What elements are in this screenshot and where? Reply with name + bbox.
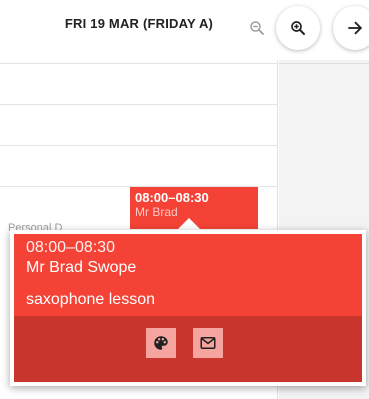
hour-line — [279, 63, 369, 64]
email-icon — [200, 337, 216, 349]
popover-description: saxophone lesson — [26, 291, 155, 308]
palette-button[interactable] — [146, 328, 176, 358]
palette-icon — [154, 336, 168, 350]
popover-details: 08:00–08:30 Mr Brad Swope saxophone less… — [14, 234, 362, 316]
arrow-right-icon — [348, 21, 363, 35]
event-popover: 08:00–08:30 Mr Brad Swope saxophone less… — [10, 230, 366, 386]
date-title: FRI 19 MAR (FRIDAY A) — [64, 16, 214, 31]
hour-line — [0, 63, 278, 64]
zoom-in-button[interactable] — [276, 6, 320, 50]
zoom-in-icon — [291, 21, 305, 35]
zoom-out-icon — [250, 21, 264, 35]
next-day-button[interactable] — [333, 6, 369, 50]
hour-line — [0, 145, 278, 146]
zoom-out-button[interactable] — [235, 6, 279, 50]
event-time: 08:00–08:30 — [135, 190, 209, 205]
hour-line — [0, 104, 278, 105]
popover-time: 08:00–08:30 — [26, 239, 115, 256]
top-bar: FRI 19 MAR (FRIDAY A) — [0, 0, 369, 60]
popover-teacher: Mr Brad Swope — [26, 259, 137, 276]
email-button[interactable] — [193, 328, 223, 358]
event-name: Mr Brad — [135, 205, 178, 219]
popover-actions — [14, 316, 362, 382]
